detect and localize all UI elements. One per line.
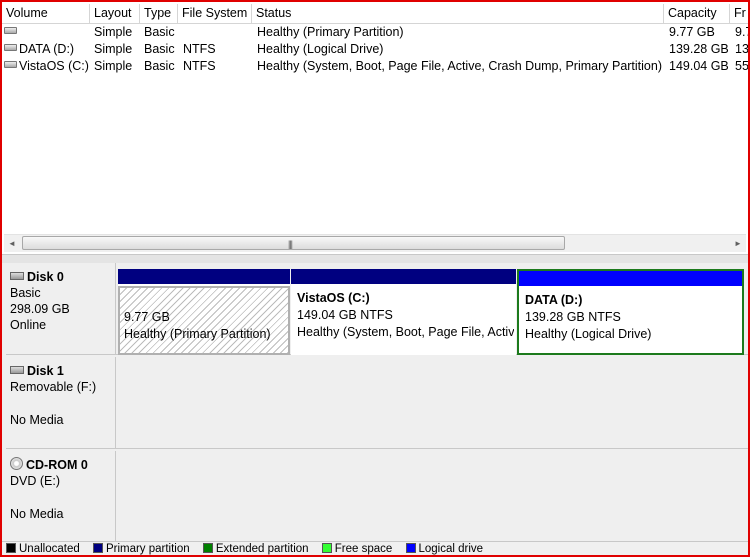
legend-label: Extended partition: [215, 543, 309, 555]
volume-name: VistaOS (C:): [19, 59, 89, 73]
volume-row[interactable]: DATA (D:) Simple Basic NTFS Healthy (Log…: [2, 41, 748, 58]
disk-management-window: Volume Layout Type File System Status Ca…: [0, 0, 750, 557]
partition-unlabeled[interactable]: 9.77 GB Healthy (Primary Partition): [118, 269, 290, 355]
volume-layout: Simple: [94, 25, 133, 39]
partition-status: Healthy (Primary Partition): [124, 327, 271, 341]
column-header-capacity[interactable]: Capacity: [664, 4, 730, 23]
cd-rom-icon: [10, 457, 23, 471]
legend-swatch: [405, 542, 416, 553]
partition-data-d[interactable]: DATA (D:) 139.28 GB NTFS Healthy (Logica…: [517, 269, 744, 355]
disk-1-partitions: [116, 357, 748, 449]
disk-state: No Media: [10, 507, 64, 521]
partition-bar: [519, 271, 742, 286]
disk-state: Online: [10, 318, 47, 332]
removable-disk-icon: [10, 365, 24, 374]
volume-status: Healthy (Logical Drive): [257, 42, 384, 56]
disk-kind: DVD (E:): [10, 474, 60, 488]
legend-swatch: [92, 542, 103, 553]
volume-free-space: 55: [735, 59, 748, 73]
scroll-left-arrow-icon[interactable]: ◄: [4, 235, 20, 252]
legend-item: Extended partition: [199, 542, 309, 555]
partition-bar: [291, 269, 516, 284]
legend-label: Free space: [334, 543, 393, 555]
column-header-type[interactable]: Type: [140, 4, 178, 23]
legend-swatch: [202, 542, 213, 553]
partition-bar: [118, 269, 290, 284]
volume-status: Healthy (System, Boot, Page File, Active…: [257, 59, 662, 73]
volume-icon: [4, 61, 17, 69]
volume-row[interactable]: Simple Basic Healthy (Primary Partition)…: [2, 24, 748, 41]
legend-label: Logical drive: [418, 543, 484, 555]
partition-size: 149.04 GB NTFS: [297, 308, 393, 322]
partition-status: Healthy (System, Boot, Page File, Active…: [297, 325, 514, 339]
column-header-volume[interactable]: Volume: [2, 4, 90, 23]
partition-size: 9.77 GB: [124, 310, 170, 324]
volume-list-header: Volume Layout Type File System Status Ca…: [2, 4, 748, 24]
column-header-free-space[interactable]: Fr: [730, 4, 748, 23]
disk-kind: Basic: [10, 286, 41, 300]
partition-size: 139.28 GB NTFS: [525, 310, 621, 324]
volume-type: Basic: [144, 25, 175, 39]
partition-status: Healthy (Logical Drive): [525, 327, 652, 341]
legend: Unallocated Primary partition Extended p…: [2, 541, 748, 555]
legend-label: Primary partition: [105, 543, 190, 555]
volume-file-system: NTFS: [183, 42, 216, 56]
partition-vistaos-c[interactable]: VistaOS (C:) 149.04 GB NTFS Healthy (Sys…: [291, 269, 516, 355]
column-header-file-system[interactable]: File System: [178, 4, 252, 23]
hard-disk-icon: [10, 271, 24, 280]
disk-0-label[interactable]: Disk 0 Basic 298.09 GB Online: [6, 263, 116, 355]
disk-kind: Removable (F:): [10, 380, 97, 394]
disk-0-partitions: 9.77 GB Healthy (Primary Partition) Vist…: [116, 263, 748, 355]
legend-item: Unallocated: [2, 542, 80, 555]
disk-name: CD-ROM 0: [26, 458, 88, 472]
volume-row[interactable]: VistaOS (C:) Simple Basic NTFS Healthy (…: [2, 58, 748, 75]
volume-type: Basic: [144, 59, 175, 73]
volume-file-system: NTFS: [183, 59, 216, 73]
partition-body: 9.77 GB Healthy (Primary Partition): [118, 286, 290, 355]
partition-title: DATA (D:): [525, 293, 583, 307]
partition-title: VistaOS (C:): [297, 291, 370, 305]
disk-name: Disk 1: [27, 364, 64, 378]
horizontal-scrollbar[interactable]: ◄ ||| ►: [4, 234, 746, 252]
volume-free-space: 9.7: [735, 25, 748, 39]
disk-graphical-view: Disk 0 Basic 298.09 GB Online 9.77 GB He…: [2, 263, 748, 543]
column-header-layout[interactable]: Layout: [90, 4, 140, 23]
grip-icon: |||: [288, 239, 293, 249]
cdrom-0-label[interactable]: CD-ROM 0 DVD (E:) No Media: [6, 451, 116, 543]
column-header-status[interactable]: Status: [252, 4, 664, 23]
partition-title: [124, 292, 284, 309]
volume-icon: [4, 44, 17, 52]
volume-name: DATA (D:): [19, 42, 75, 56]
legend-item: Primary partition: [89, 542, 190, 555]
disk-state: No Media: [10, 413, 64, 427]
volume-status: Healthy (Primary Partition): [257, 25, 404, 39]
volume-free-space: 13: [735, 42, 748, 56]
volume-capacity: 149.04 GB: [669, 59, 729, 73]
volume-type: Basic: [144, 42, 175, 56]
scrollbar-thumb[interactable]: |||: [22, 236, 565, 250]
disk-size: 298.09 GB: [10, 302, 70, 316]
legend-item: Logical drive: [402, 542, 484, 555]
disk-name: Disk 0: [27, 270, 64, 284]
legend-swatch: [6, 542, 16, 553]
volume-layout: Simple: [94, 59, 133, 73]
legend-swatch: [321, 542, 332, 553]
legend-item: Free space: [318, 542, 393, 555]
legend-label: Unallocated: [19, 543, 80, 555]
volume-layout: Simple: [94, 42, 133, 56]
disk-1-label[interactable]: Disk 1 Removable (F:) No Media: [6, 357, 116, 449]
volume-icon: [4, 27, 17, 35]
scroll-right-arrow-icon[interactable]: ►: [730, 235, 746, 252]
volume-capacity: 9.77 GB: [669, 25, 715, 39]
volume-file-system: [183, 24, 252, 41]
volume-capacity: 139.28 GB: [669, 42, 729, 56]
cdrom-0-partitions: [116, 451, 748, 543]
partition-body: DATA (D:) 139.28 GB NTFS Healthy (Logica…: [521, 288, 740, 350]
partition-body: VistaOS (C:) 149.04 GB NTFS Healthy (Sys…: [293, 286, 514, 352]
